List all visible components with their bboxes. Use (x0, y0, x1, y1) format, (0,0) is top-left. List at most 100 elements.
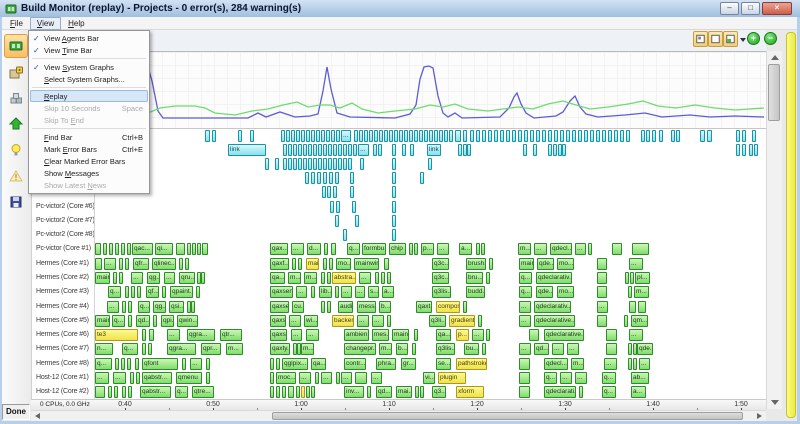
job-bar[interactable]: m... (518, 243, 531, 255)
sidebar-package-lock-button[interactable] (4, 60, 28, 84)
job-bar[interactable]: qabstr... (142, 372, 172, 384)
job-bar[interactable] (742, 130, 746, 142)
job-bar[interactable]: ... (357, 315, 369, 327)
job-bar[interactable] (584, 130, 588, 142)
job-bar[interactable] (288, 386, 294, 398)
job-bar[interactable] (270, 372, 274, 384)
job-bar[interactable]: ... (107, 301, 119, 313)
job-bar[interactable]: d... (307, 243, 321, 255)
job-bar[interactable] (313, 144, 317, 156)
job-bar[interactable] (402, 144, 406, 156)
job-bar[interactable] (439, 130, 443, 142)
job-bar[interactable] (355, 372, 367, 384)
job-bar[interactable] (333, 158, 337, 170)
job-bar[interactable] (596, 130, 600, 142)
job-bar[interactable] (191, 301, 195, 313)
job-bar[interactable] (548, 144, 552, 156)
job-bar[interactable] (276, 386, 280, 398)
scroll-down-arrow-icon[interactable] (771, 400, 779, 405)
job-bar[interactable] (331, 243, 336, 255)
job-bar[interactable] (323, 158, 327, 170)
job-bar[interactable]: te3 (95, 329, 138, 341)
maximize-button[interactable]: □ (741, 2, 760, 15)
job-bar[interactable]: ... (552, 343, 564, 355)
job-bar[interactable]: q3... (432, 386, 446, 398)
job-bar[interactable]: qaxserv... (270, 301, 289, 313)
job-bar[interactable] (524, 130, 528, 142)
job-bar[interactable]: q... (138, 301, 150, 313)
job-bar[interactable]: qgra... (187, 329, 215, 341)
sidebar-chip-view-button[interactable] (4, 34, 28, 58)
job-bar[interactable] (115, 243, 119, 255)
job-bar[interactable] (131, 286, 135, 298)
zoom-in-button[interactable]: + (747, 32, 760, 45)
job-bar[interactable]: qtr... (220, 329, 242, 341)
job-bar[interactable] (350, 172, 354, 184)
job-bar[interactable] (374, 130, 378, 142)
job-bar[interactable] (409, 243, 413, 255)
job-bar[interactable] (288, 144, 292, 156)
scroll-left-arrow-icon[interactable] (35, 413, 40, 419)
job-bar[interactable] (392, 215, 396, 227)
job-bar[interactable] (481, 243, 485, 255)
job-bar[interactable] (205, 130, 210, 142)
job-bar[interactable] (389, 130, 393, 142)
menu-file[interactable]: File (3, 17, 30, 30)
job-bar[interactable]: qm... (631, 315, 648, 327)
job-bar[interactable]: bru... (466, 272, 483, 284)
job-bar[interactable] (392, 229, 396, 241)
job-bar[interactable] (291, 130, 295, 142)
job-bar[interactable] (303, 144, 307, 156)
job-bar[interactable] (420, 172, 424, 184)
job-bar[interactable]: mo... (557, 286, 574, 298)
job-bar[interactable] (562, 144, 566, 156)
job-bar[interactable] (327, 186, 331, 198)
job-bar[interactable] (192, 243, 196, 255)
job-bar[interactable] (434, 130, 438, 142)
job-bar[interactable]: brush... (466, 258, 486, 270)
job-bar[interactable] (317, 172, 321, 184)
job-bar[interactable]: qpaint... (170, 286, 193, 298)
job-bar[interactable]: n... (95, 343, 113, 355)
job-bar[interactable]: chip (389, 243, 406, 255)
job-bar[interactable]: contr... (344, 358, 366, 370)
job-bar[interactable] (176, 243, 185, 255)
job-bar[interactable]: qde... (537, 258, 554, 270)
job-bar[interactable]: ... (341, 286, 352, 298)
job-bar[interactable] (250, 130, 254, 142)
job-bar[interactable] (482, 343, 486, 355)
job-bar[interactable] (572, 130, 576, 142)
job-bar[interactable]: ... (306, 329, 319, 341)
job-bar[interactable]: qglpix... (282, 358, 308, 370)
job-bar[interactable] (379, 130, 383, 142)
job-bar[interactable]: mo... (336, 258, 351, 270)
job-bar[interactable] (121, 243, 125, 255)
job-bar[interactable] (412, 343, 416, 355)
layout-dropdown-arrow-icon[interactable] (740, 38, 746, 42)
job-bar[interactable] (449, 130, 453, 142)
job-bar[interactable] (288, 158, 292, 170)
job-bar[interactable] (316, 130, 320, 142)
job-bar[interactable] (489, 258, 493, 270)
job-bar[interactable] (182, 358, 186, 370)
job-bar[interactable] (387, 272, 391, 284)
job-bar[interactable]: main (392, 329, 409, 341)
job-bar[interactable] (519, 358, 530, 370)
menu-item-select-system-graphs[interactable]: Select System Graphs... (30, 73, 148, 85)
job-bar[interactable] (360, 158, 364, 170)
job-bar[interactable] (353, 144, 357, 156)
job-bar[interactable] (113, 272, 117, 284)
job-bar[interactable]: qdeclarative... (544, 329, 584, 341)
job-bar[interactable]: m... (571, 358, 584, 370)
job-bar[interactable]: ... (567, 343, 579, 355)
yellow-scrollbar-strip[interactable] (786, 32, 796, 418)
sidebar-floppy-save-button[interactable] (4, 190, 28, 214)
zoom-out-button[interactable]: − (764, 32, 777, 45)
job-bar[interactable] (318, 144, 322, 156)
job-bar[interactable] (646, 130, 650, 142)
job-bar[interactable]: cu... (292, 301, 304, 313)
job-bar[interactable] (308, 144, 312, 156)
job-bar[interactable] (336, 201, 340, 213)
job-bar[interactable] (122, 301, 126, 313)
job-bar[interactable]: b... (379, 301, 391, 313)
